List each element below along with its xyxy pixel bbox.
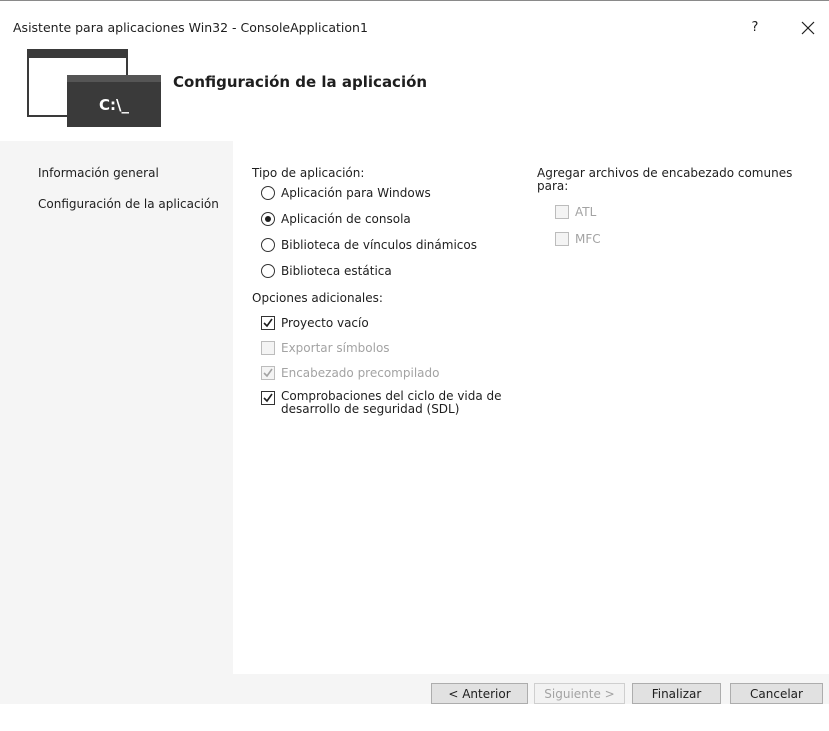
button-bar: < Anterior Siguiente > Finalizar Cancela…: [233, 674, 829, 704]
radio-label: Biblioteca de vínculos dinámicos: [281, 238, 477, 252]
console-app-logo-icon: C:\_: [27, 49, 161, 127]
headers-heading-line2: para:: [537, 179, 569, 193]
headers-heading-line1: Agregar archivos de encabezado comunes: [537, 166, 793, 180]
window-bottom-area: [0, 704, 829, 731]
radio-console-app[interactable]: Aplicación de consola: [261, 211, 411, 227]
radio-static-lib[interactable]: Biblioteca estática: [261, 263, 392, 279]
radio-label: Aplicación para Windows: [281, 186, 431, 200]
checkbox-label: Exportar símbolos: [281, 341, 390, 355]
checkbox-label: ATL: [575, 205, 597, 219]
close-icon: [801, 21, 815, 35]
checkbox-label: MFC: [575, 232, 601, 246]
checkbox[interactable]: [261, 316, 275, 330]
window-title: Asistente para aplicaciones Win32 - Cons…: [13, 20, 368, 35]
checkbox-label: Proyecto vacío: [281, 316, 369, 330]
radio-windows-app[interactable]: Aplicación para Windows: [261, 185, 431, 201]
close-button[interactable]: [791, 15, 825, 41]
checkbox-mfc: MFC: [555, 231, 601, 247]
page-title: Configuración de la aplicación: [173, 73, 428, 91]
checkbox-empty-project[interactable]: Proyecto vacío: [261, 315, 369, 331]
checkmark-icon: [263, 393, 273, 403]
radio-label: Aplicación de consola: [281, 212, 411, 226]
radio-dll[interactable]: Biblioteca de vínculos dinámicos: [261, 237, 477, 253]
checkbox-disabled: [261, 366, 275, 380]
radio-button-selected[interactable]: [261, 212, 275, 226]
back-button[interactable]: < Anterior: [431, 683, 528, 704]
radio-label: Biblioteca estática: [281, 264, 392, 278]
additional-options-heading: Opciones adicionales:: [252, 291, 383, 305]
checkbox-precompiled-header: Encabezado precompilado: [261, 365, 439, 381]
sidebar-item-informacion-general[interactable]: Información general: [38, 166, 159, 180]
checkbox-disabled: [555, 232, 569, 246]
title-bar: Asistente para aplicaciones Win32 - Cons…: [0, 1, 829, 43]
checkbox-label-line2: desarrollo de seguridad (SDL): [281, 402, 460, 416]
sidebar-item-configuracion[interactable]: Configuración de la aplicación: [38, 197, 219, 211]
checkbox-sdl-checks[interactable]: Comprobaciones del ciclo de vida de desa…: [261, 390, 502, 422]
help-button[interactable]: ?: [738, 15, 772, 41]
radio-button[interactable]: [261, 238, 275, 252]
checkbox-atl: ATL: [555, 204, 596, 220]
finish-button[interactable]: Finalizar: [632, 683, 721, 704]
checkbox-label: Encabezado precompilado: [281, 366, 440, 380]
checkbox-label: Comprobaciones del ciclo de vida de desa…: [281, 390, 502, 416]
checkmark-icon: [263, 318, 273, 328]
wizard-header: C:\_ Configuración de la aplicación: [0, 43, 829, 141]
cancel-button[interactable]: Cancelar: [730, 683, 823, 704]
wizard-sidebar: Información general Configuración de la …: [0, 141, 233, 704]
checkbox-label-line1: Comprobaciones del ciclo de vida de: [281, 389, 502, 403]
help-icon: ?: [751, 20, 759, 35]
radio-button[interactable]: [261, 186, 275, 200]
settings-panel: Tipo de aplicación: Aplicación para Wind…: [233, 141, 829, 674]
radio-button[interactable]: [261, 264, 275, 278]
checkbox[interactable]: [261, 391, 275, 405]
logo-text: C:\_: [99, 96, 129, 114]
checkbox-disabled: [555, 205, 569, 219]
checkmark-icon: [263, 368, 273, 378]
app-type-heading: Tipo de aplicación:: [252, 166, 365, 180]
next-button: Siguiente >: [534, 683, 625, 704]
checkbox-export-symbols: Exportar símbolos: [261, 340, 390, 356]
checkbox-disabled: [261, 341, 275, 355]
